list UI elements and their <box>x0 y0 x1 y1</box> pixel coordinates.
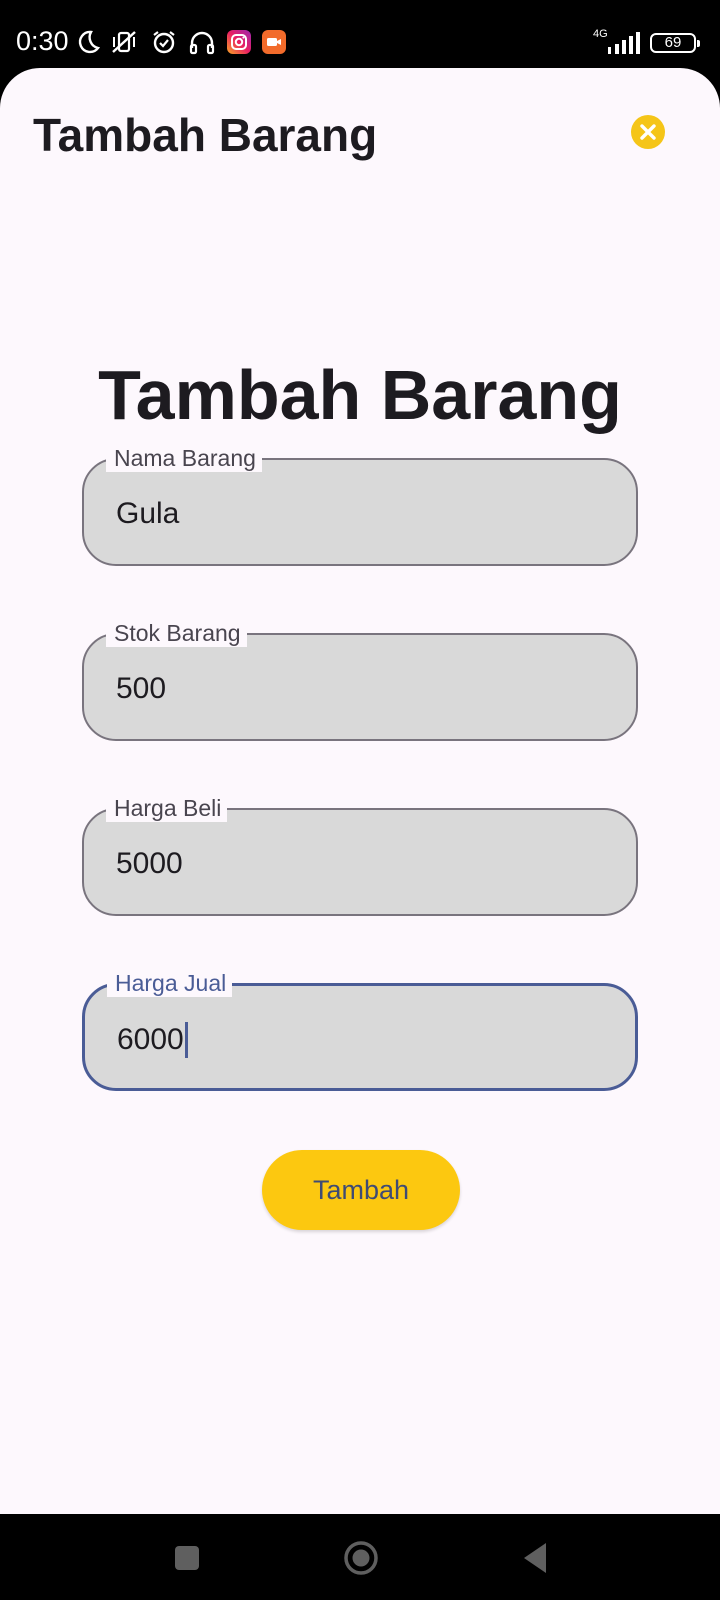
home-icon <box>344 1541 378 1575</box>
field-value-wrapper[interactable]: 6000 <box>117 1022 188 1058</box>
close-icon <box>640 124 656 140</box>
harga-jual-field[interactable]: Harga Jual 6000 <box>82 969 638 1091</box>
harga-beli-field[interactable]: Harga Beli 5000 <box>82 794 638 916</box>
home-button[interactable] <box>341 1538 381 1578</box>
bottom-sheet: Tambah Barang Tambah Barang Nama Barang … <box>0 68 720 1514</box>
network-label: 4G <box>593 28 608 40</box>
alarm-icon <box>150 28 178 56</box>
field-label: Harga Beli <box>106 794 228 822</box>
field-label: Harga Jual <box>107 969 233 997</box>
nama-barang-field[interactable]: Nama Barang Gula <box>82 444 638 566</box>
tambah-button[interactable]: Tambah <box>262 1150 460 1230</box>
field-value[interactable]: 5000 <box>116 846 183 882</box>
close-button[interactable] <box>631 115 665 149</box>
headphones-icon <box>188 28 216 56</box>
field-value[interactable]: Gula <box>116 496 179 532</box>
battery-icon: 69 <box>650 33 700 53</box>
signal-icon <box>608 32 640 54</box>
instagram-icon <box>227 30 251 54</box>
stok-barang-field[interactable]: Stok Barang 500 <box>82 619 638 741</box>
text-cursor <box>184 1022 188 1058</box>
navigation-bar <box>0 1514 720 1600</box>
sheet-title: Tambah Barang <box>33 109 378 161</box>
vibrate-off-icon <box>110 28 138 56</box>
moon-icon <box>74 28 102 56</box>
video-app-icon <box>262 30 286 54</box>
field-label: Nama Barang <box>106 444 262 472</box>
recents-button[interactable] <box>167 1538 207 1578</box>
status-bar: 0:30 4G 69 <box>0 0 720 68</box>
recents-icon <box>175 1546 199 1570</box>
form-heading: Tambah Barang <box>98 356 622 434</box>
back-button[interactable] <box>515 1538 555 1578</box>
back-icon <box>524 1543 546 1573</box>
field-value[interactable]: 6000 <box>117 1022 184 1058</box>
status-time: 0:30 <box>16 26 69 56</box>
field-label: Stok Barang <box>106 619 247 647</box>
screen: 0:30 4G 69 Tambah Barang Tambah Barang N… <box>0 0 720 1600</box>
field-value[interactable]: 500 <box>116 671 166 707</box>
